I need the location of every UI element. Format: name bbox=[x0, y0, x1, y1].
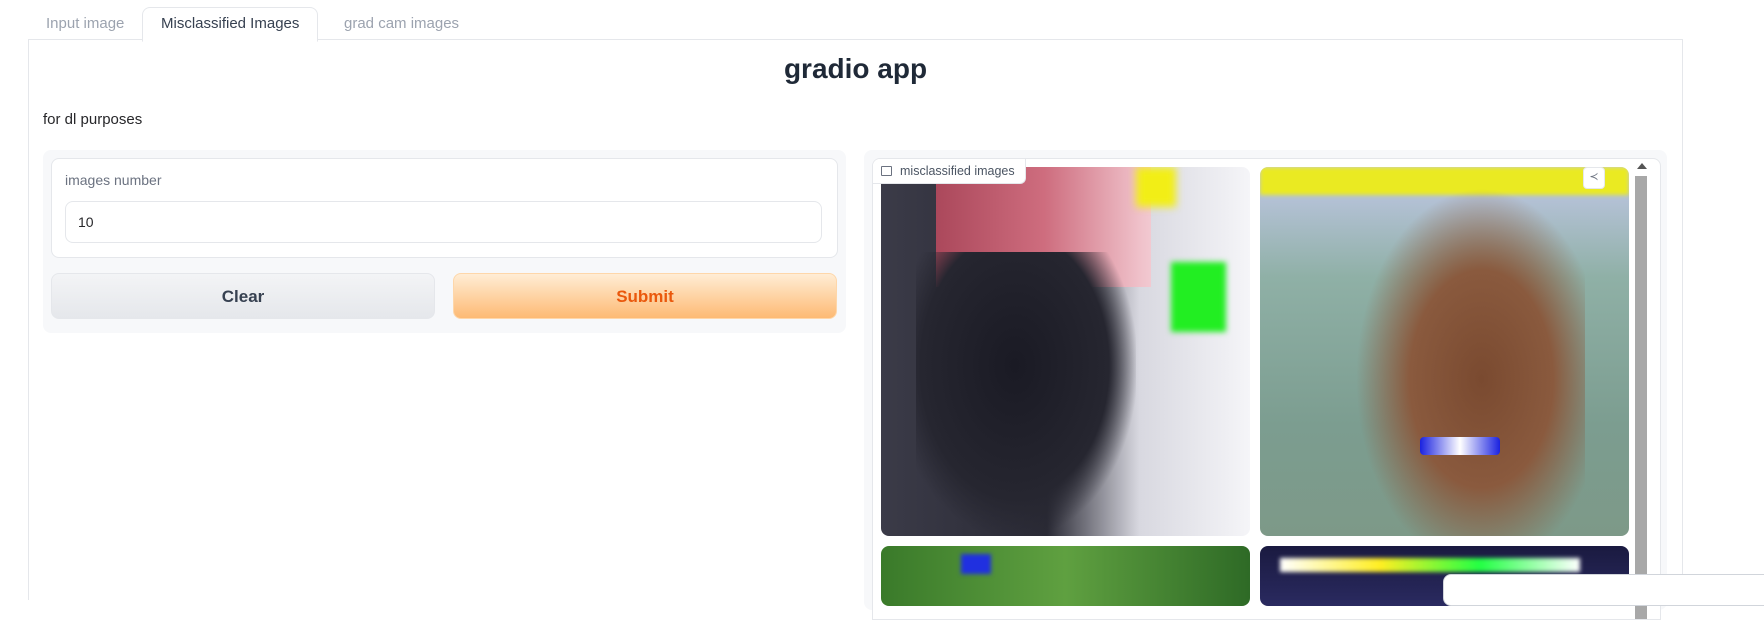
scroll-up-icon[interactable] bbox=[1637, 163, 1647, 169]
gallery-label-text: misclassified images bbox=[900, 164, 1015, 178]
output-column: misclassified images ≺ bbox=[864, 150, 1667, 620]
gallery-thumbnail[interactable] bbox=[1260, 167, 1629, 536]
clear-button[interactable]: Clear bbox=[51, 273, 435, 319]
share-icon: ≺ bbox=[1589, 171, 1599, 183]
share-button[interactable]: ≺ bbox=[1583, 167, 1605, 189]
tab-grad-cam-images[interactable]: grad cam images bbox=[326, 8, 477, 40]
misclassified-gallery: misclassified images ≺ bbox=[872, 158, 1661, 620]
images-number-block: images number bbox=[51, 158, 838, 258]
gallery-label: misclassified images bbox=[873, 159, 1026, 184]
page-title: gradio app bbox=[783, 53, 928, 84]
images-number-label: images number bbox=[65, 172, 162, 188]
overlay-panel-edge bbox=[1443, 574, 1764, 606]
gallery-thumbnail[interactable] bbox=[881, 167, 1250, 536]
tab-bar: Input image Misclassified Images grad ca… bbox=[28, 7, 1682, 42]
tab-misclassified-images[interactable]: Misclassified Images bbox=[142, 7, 319, 42]
tab-panel: gradio app for dl purposes images number… bbox=[28, 39, 1683, 620]
tab-input-image[interactable]: Input image bbox=[28, 8, 142, 40]
page-description: for dl purposes bbox=[43, 111, 143, 128]
input-column: images number Clear Submit bbox=[43, 150, 846, 333]
submit-button[interactable]: Submit bbox=[453, 273, 837, 319]
gallery-scrollbar[interactable] bbox=[1635, 163, 1649, 619]
scrollbar-thumb[interactable] bbox=[1635, 176, 1647, 619]
image-icon bbox=[881, 166, 892, 176]
gallery-thumbnail[interactable] bbox=[881, 546, 1250, 606]
images-number-input[interactable] bbox=[65, 201, 822, 243]
